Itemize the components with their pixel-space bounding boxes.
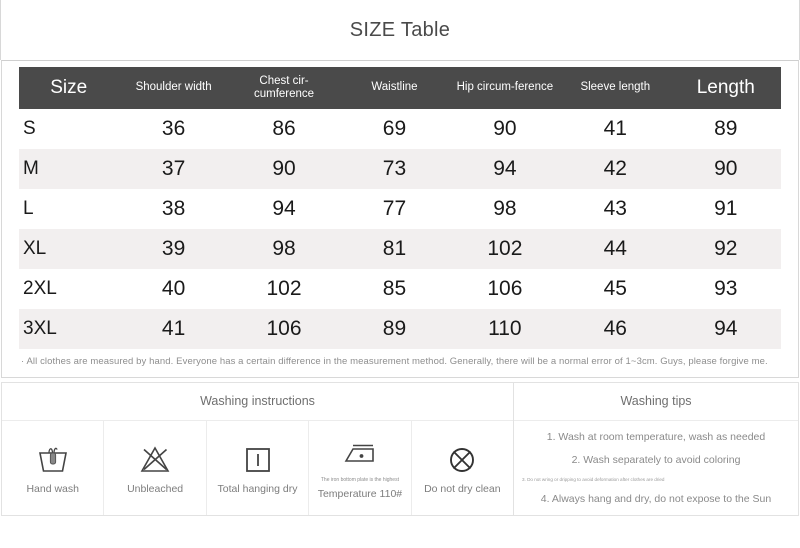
table-row: XL 39 98 81 102 44 92 <box>19 229 781 269</box>
cell-chest: 86 <box>272 117 296 140</box>
cell-length: 89 <box>714 117 738 140</box>
washing-tip-item: 4. Always hang and dry, do not expose to… <box>540 492 772 505</box>
cell-sleeve: 44 <box>560 229 671 269</box>
washing-tips-heading: Washing tips <box>514 383 798 421</box>
column-header-waistline: Waistline <box>339 67 450 109</box>
cell-chest: 94 <box>272 197 296 220</box>
table-row: 3XL 41 106 89 110 46 94 <box>19 309 781 349</box>
cell-waist: 85 <box>382 277 407 300</box>
cell-waist: 69 <box>382 117 407 140</box>
wash-instruction-unbleached: Unbleached <box>104 420 207 515</box>
cell-hip: 106 <box>487 277 523 300</box>
cell-waist: 73 <box>339 149 450 189</box>
do-not-dry-clean-icon <box>446 439 478 481</box>
washing-instructions-icon-row: Hand wash Unbleached Total hanging dry T… <box>2 420 513 515</box>
washing-tips-panel: Washing tips 1. Wash at room temperature… <box>514 383 798 515</box>
column-header-sleeve-length: Sleeve length <box>560 67 671 109</box>
size-table: Size Shoulder width Chest cir-cumference… <box>19 67 781 349</box>
washing-tip-item: 3. Do not wring or dripping to avoid def… <box>522 476 665 482</box>
cell-length: 91 <box>714 197 738 220</box>
cell-hip: 90 <box>493 117 517 140</box>
cell-shoulder: 39 <box>118 229 229 269</box>
column-header-hip-circumference: Hip circum-ference <box>449 67 561 109</box>
column-header-shoulder-width: Shoulder width <box>118 67 229 109</box>
table-row: L 38 94 77 98 43 91 <box>19 189 781 229</box>
wash-instruction-iron: The iron bottom plate is the highest Tem… <box>309 420 412 515</box>
washing-tip-item: 1. Wash at room temperature, wash as nee… <box>546 430 766 443</box>
cell-hip: 94 <box>449 149 561 189</box>
cell-shoulder: 40 <box>161 277 186 300</box>
cell-sleeve: 46 <box>560 309 671 349</box>
cell-hip: 110 <box>449 309 561 349</box>
cell-hip: 98 <box>493 197 517 220</box>
wash-instruction-sublabel: Temperature 110# <box>317 488 403 501</box>
cell-length: 93 <box>714 277 738 300</box>
column-header-size: Size <box>19 67 119 109</box>
cell-length: 90 <box>670 149 781 189</box>
wash-instruction-label: Total hanging dry <box>217 482 298 495</box>
cell-chest: 102 <box>266 277 302 300</box>
cell-length: 94 <box>670 309 781 349</box>
unbleached-icon <box>138 439 172 481</box>
title-bar: SIZE Table <box>0 0 800 60</box>
cell-size: L <box>23 198 34 219</box>
wash-instruction-label: The iron bottom plate is the highest <box>320 477 399 484</box>
wash-instruction-label: Do not dry clean <box>424 482 501 495</box>
size-table-block: Size Shoulder width Chest cir-cumference… <box>1 60 799 378</box>
wash-instruction-label: Hand wash <box>26 482 79 495</box>
table-header-row: Size Shoulder width Chest cir-cumference… <box>19 67 781 109</box>
hand-wash-icon <box>36 439 70 481</box>
page-title: SIZE Table <box>349 18 451 41</box>
cell-sleeve: 43 <box>603 197 627 220</box>
cell-waist: 89 <box>339 309 450 349</box>
wash-instruction-label: Unbleached <box>127 482 184 495</box>
cell-hip: 102 <box>449 229 561 269</box>
washing-instructions-heading: Washing instructions <box>2 383 513 421</box>
size-table-body: S 36 86 69 90 41 89 M 37 90 73 94 42 90 <box>19 109 781 349</box>
column-header-length: Length <box>670 67 781 109</box>
cell-waist: 77 <box>382 197 407 220</box>
wash-instruction-hanging-dry: Total hanging dry <box>207 420 310 515</box>
washing-section: Washing instructions Hand wash Unbleache… <box>1 381 799 516</box>
measurement-note: · All clothes are measured by hand. Ever… <box>21 356 768 367</box>
cell-size: 3XL <box>19 309 119 349</box>
cell-sleeve: 45 <box>603 277 627 300</box>
iron-icon <box>340 433 380 475</box>
table-row: 2XL 40 102 85 106 45 93 <box>19 269 781 309</box>
cell-waist: 81 <box>339 229 450 269</box>
cell-length: 92 <box>670 229 781 269</box>
cell-chest: 98 <box>228 229 340 269</box>
cell-sleeve: 41 <box>603 117 627 140</box>
washing-tips-list: 1. Wash at room temperature, wash as nee… <box>514 421 798 515</box>
cell-chest: 106 <box>228 309 340 349</box>
table-row: M 37 90 73 94 42 90 <box>19 149 781 189</box>
wash-instruction-do-not-dry-clean: Do not dry clean <box>412 421 513 515</box>
cell-size: M <box>19 149 119 189</box>
cell-size: XL <box>19 229 119 269</box>
cell-chest: 90 <box>228 149 340 189</box>
cell-size: 2XL <box>23 278 57 299</box>
size-table-head: Size Shoulder width Chest cir-cumference… <box>19 67 781 109</box>
cell-shoulder: 37 <box>118 149 229 189</box>
cell-sleeve: 42 <box>560 149 671 189</box>
cell-shoulder: 38 <box>161 197 186 220</box>
washing-tip-item: 2. Wash separately to avoid coloring <box>571 453 741 466</box>
cell-shoulder: 36 <box>161 117 186 140</box>
table-row: S 36 86 69 90 41 89 <box>19 109 781 149</box>
wash-instruction-hand-wash: Hand wash <box>2 420 105 515</box>
size-chart-page: SIZE Table Size Shoulder width Chest cir… <box>0 0 800 548</box>
column-header-chest-circumference: Chest cir-cumference <box>228 67 340 109</box>
cell-shoulder: 41 <box>118 309 229 349</box>
cell-size: S <box>23 118 36 139</box>
washing-instructions-panel: Washing instructions Hand wash Unbleache… <box>2 382 514 515</box>
hanging-dry-icon <box>242 439 274 481</box>
